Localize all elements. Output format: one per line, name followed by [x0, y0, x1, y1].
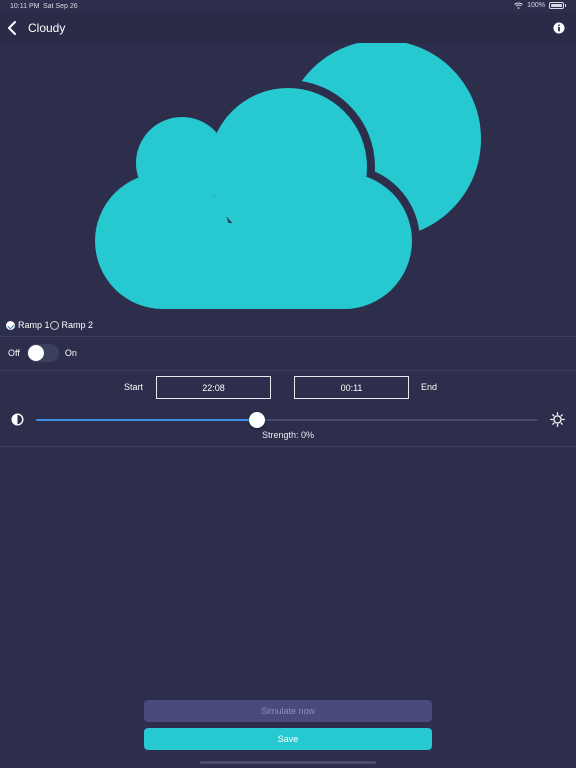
- home-indicator: [200, 761, 376, 764]
- status-bar: 10:11 PM Sat Sep 26 100%: [0, 0, 576, 13]
- status-time: 10:11 PM: [10, 3, 40, 10]
- power-toggle-row: Off On: [8, 344, 77, 362]
- info-icon[interactable]: [553, 22, 565, 34]
- schedule-row: Start 22:08 00:11 End: [0, 376, 576, 399]
- radio-checked-icon: [6, 320, 15, 330]
- slider-thumb[interactable]: [248, 412, 265, 428]
- toggle-on-label: On: [64, 348, 77, 358]
- strength-label: Strength: 0%: [261, 430, 315, 440]
- save-button[interactable]: Save: [144, 728, 432, 750]
- wifi-icon: [514, 2, 523, 9]
- ramp-2-label: Ramp 2: [61, 320, 94, 330]
- divider: [0, 370, 576, 371]
- nav-bar: Cloudy: [0, 13, 576, 43]
- radio-unchecked-icon: [49, 320, 59, 330]
- page-title: Cloudy: [28, 21, 66, 35]
- end-time-field[interactable]: 00:11: [294, 376, 409, 399]
- strength-slider[interactable]: [36, 412, 538, 428]
- divider: [0, 446, 576, 447]
- strength-row: Strength: 0%: [0, 410, 576, 446]
- toggle-knob: [27, 345, 44, 361]
- power-toggle[interactable]: [26, 344, 59, 362]
- toggle-off-label: Off: [8, 348, 20, 358]
- simulate-now-button[interactable]: Simulate now: [144, 700, 432, 722]
- ramp-selector: Ramp 1 Ramp 2: [6, 317, 93, 333]
- contrast-icon: [11, 413, 24, 426]
- brightness-icon: [550, 412, 565, 427]
- battery-icon: [549, 2, 564, 9]
- battery-nub: [565, 4, 566, 7]
- ramp-1-radio[interactable]: Ramp 1: [6, 320, 50, 330]
- chevron-left-icon[interactable]: [6, 20, 20, 36]
- slider-fill: [36, 419, 257, 421]
- status-date: Sat Sep 26: [43, 3, 78, 10]
- start-label: Start: [124, 382, 144, 392]
- start-time-field[interactable]: 22:08: [156, 376, 271, 399]
- battery-percent: 100%: [527, 2, 545, 9]
- cloud-moon-icon: [87, 43, 481, 313]
- ramp-2-radio[interactable]: Ramp 2: [49, 320, 94, 330]
- divider: [0, 336, 576, 337]
- ramp-1-label: Ramp 1: [18, 320, 50, 330]
- end-label: End: [421, 382, 438, 392]
- status-right: 100%: [514, 2, 566, 9]
